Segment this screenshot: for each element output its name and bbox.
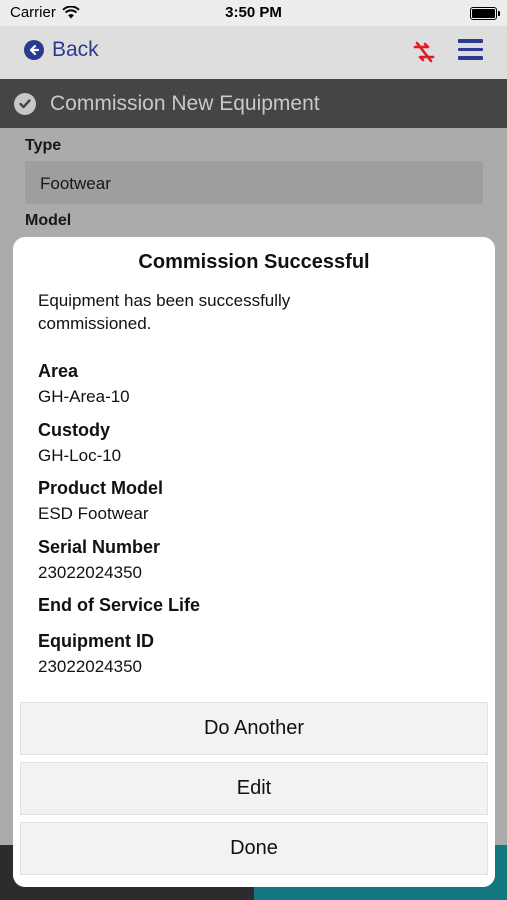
done-button[interactable]: Done xyxy=(20,822,488,875)
detail-label-product-model: Product Model xyxy=(38,478,163,498)
commission-success-dialog: Commission Successful Equipment has been… xyxy=(13,237,495,887)
detail-label-equipment-id: Equipment ID xyxy=(38,631,154,651)
detail-label-area: Area xyxy=(38,361,79,381)
back-label: Back xyxy=(52,38,99,61)
arrow-left-circle-icon xyxy=(24,40,44,60)
status-time: 3:50 PM xyxy=(225,4,282,21)
detail-value-serial-number: 23022024350 xyxy=(38,563,143,582)
battery-icon xyxy=(470,7,500,20)
detail-value-area: GH-Area-10 xyxy=(38,387,130,406)
detail-label-end-of-service-life: End of Service Life xyxy=(38,595,201,615)
dialog-title: Commission Successful xyxy=(138,251,370,273)
sync-off-icon[interactable] xyxy=(412,40,436,64)
edit-button[interactable]: Edit xyxy=(20,762,488,815)
detail-label-custody: Custody xyxy=(38,420,110,440)
status-bar: Carrier 3:50 PM xyxy=(0,0,507,26)
detail-value-custody: GH-Loc-10 xyxy=(38,446,122,465)
check-circle-icon xyxy=(14,92,36,115)
navigation-bar: Back xyxy=(0,26,507,79)
page-header: Commission New Equipment xyxy=(0,79,507,128)
detail-value-product-model: ESD Footwear xyxy=(38,504,149,523)
back-button[interactable]: Back xyxy=(24,38,99,62)
dialog-message: Equipment has been successfully commissi… xyxy=(38,291,291,333)
hamburger-menu-icon[interactable] xyxy=(458,39,483,61)
do-another-button[interactable]: Do Another xyxy=(20,702,488,755)
detail-value-equipment-id: 23022024350 xyxy=(38,657,143,676)
detail-label-serial-number: Serial Number xyxy=(38,537,161,557)
page-title: Commission New Equipment xyxy=(50,91,320,115)
